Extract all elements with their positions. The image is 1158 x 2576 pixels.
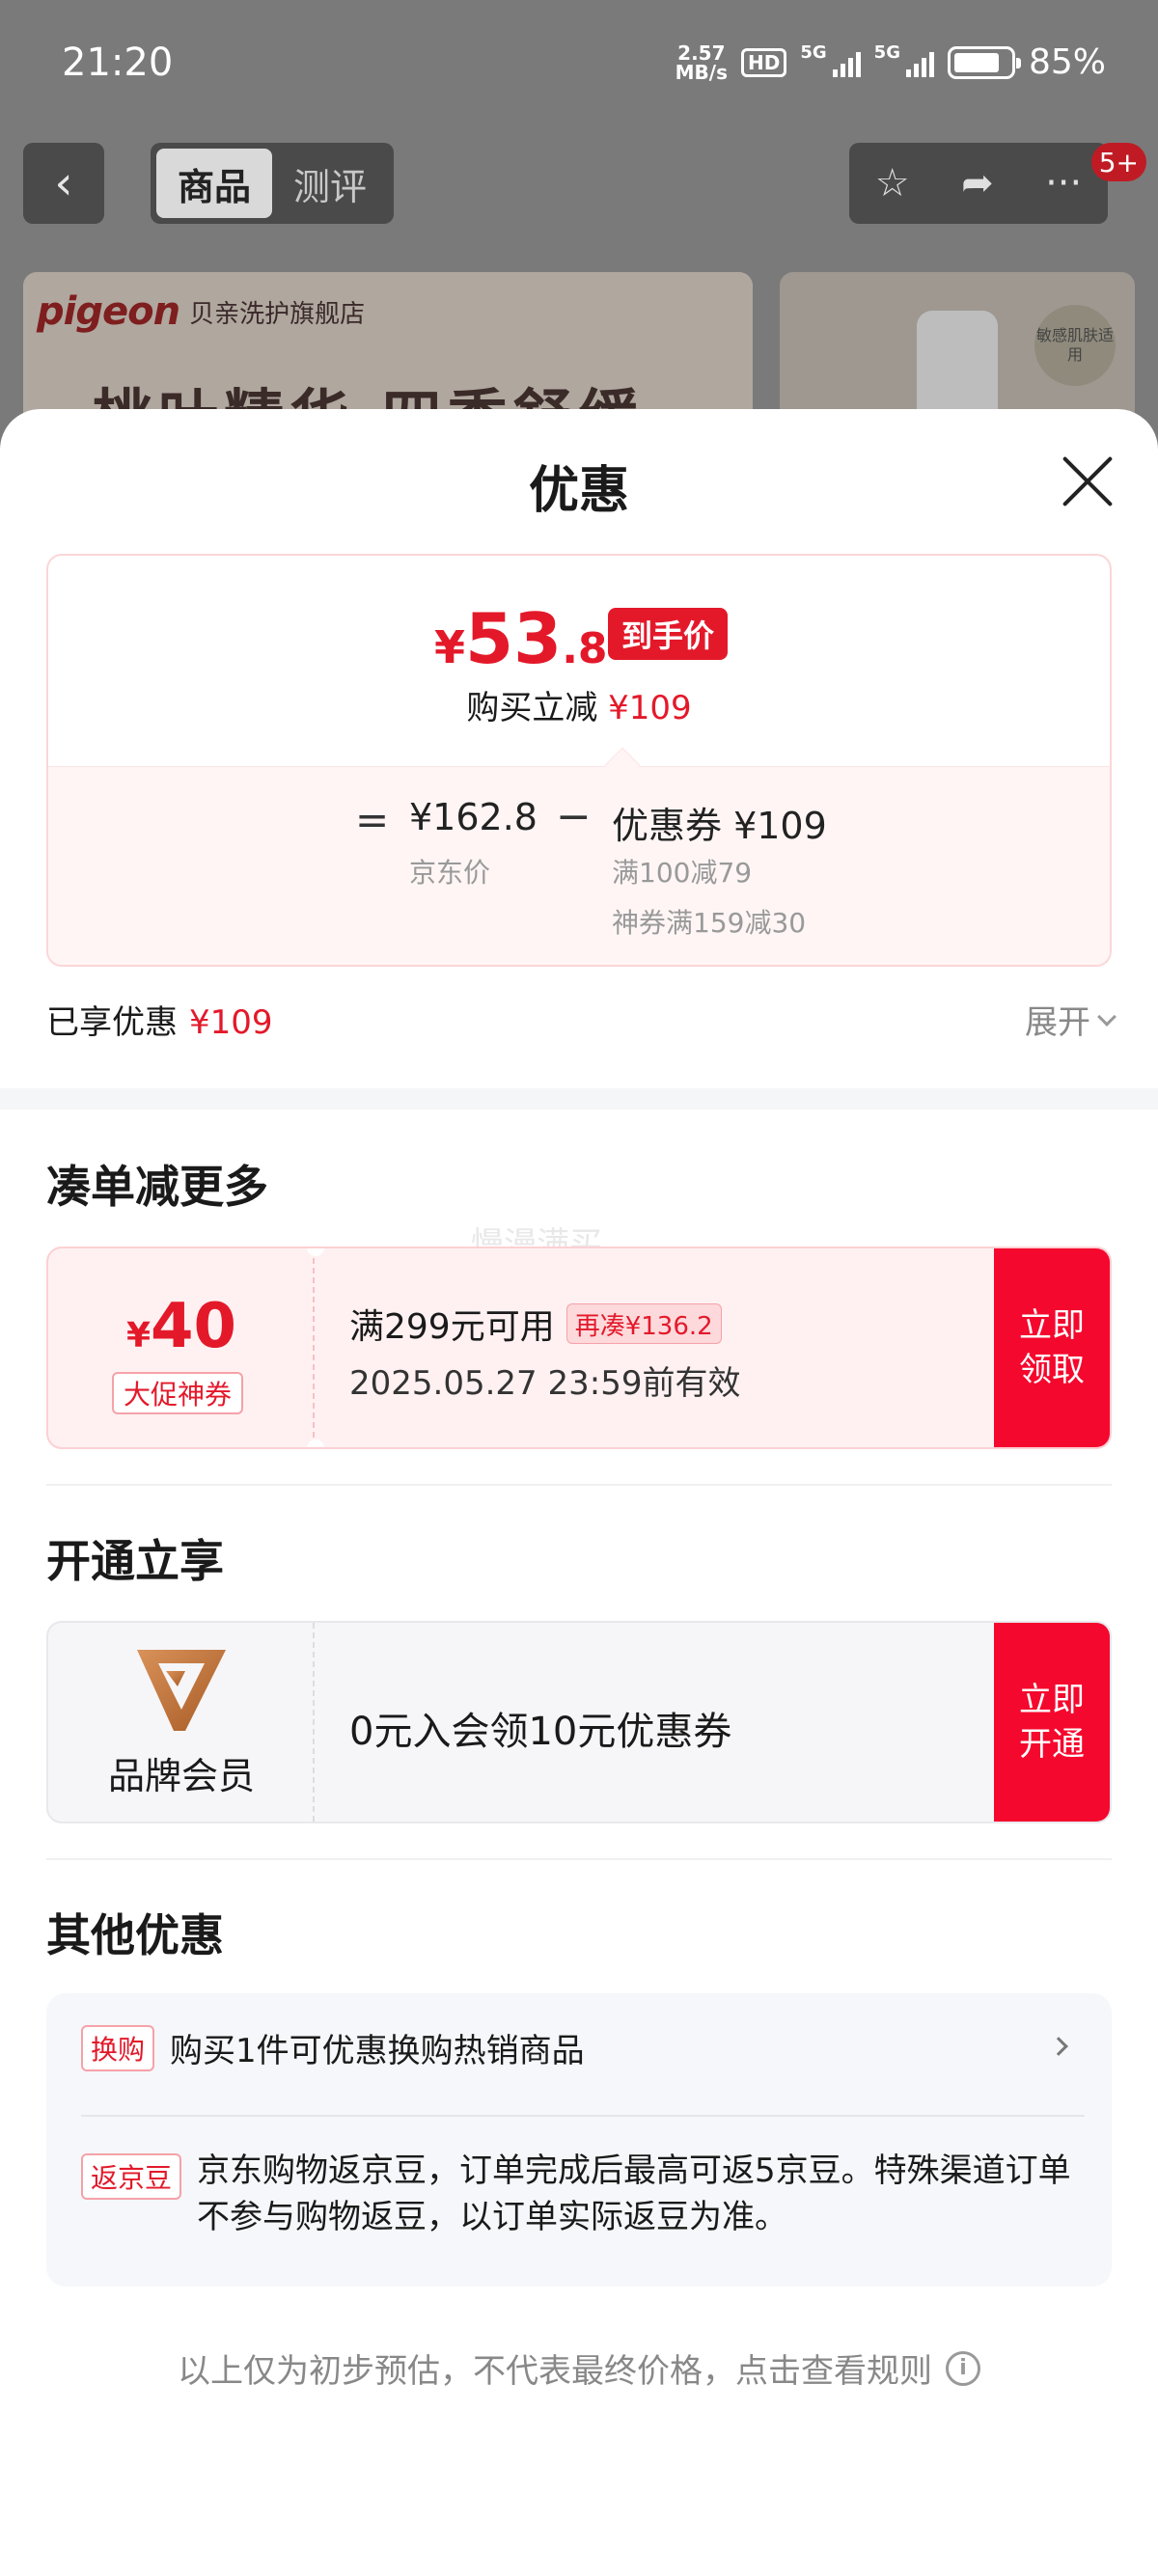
brand-logo: pigeon: [37, 289, 180, 334]
store-brand: pigeon 贝亲洗护旗舰店: [37, 289, 365, 334]
thumb-tag: 敏感肌肤适用: [1034, 305, 1116, 386]
price-breakdown-card: ¥ 53 .8 到手价 购买立减 ¥109 = ¥162.8 京东价 − 优惠券…: [46, 554, 1112, 967]
membership-offer: 品牌会员 0元入会领10元优惠券 立即开通: [46, 1621, 1112, 1823]
section-divider: [0, 1088, 1158, 1110]
network-speed: 2.57 MB/s: [675, 41, 729, 84]
coupon-left: ¥40 大促神券: [48, 1248, 315, 1447]
other-offers: 换购 购买1件可优惠换购热销商品 返京豆 京东购物返京豆，订单完成后最高可返5京…: [46, 1993, 1112, 2287]
topup-badge: 再凑¥136.2: [565, 1303, 722, 1344]
status-bar: 21:20 2.57 MB/s HD 5G 5G 85%: [0, 0, 1158, 130]
share-icon[interactable]: ➦: [961, 161, 994, 206]
store-name: 贝亲洗护旗舰店: [189, 299, 366, 329]
status-indicators: 2.57 MB/s HD 5G 5G 85%: [676, 42, 1106, 82]
battery-level: 85%: [1028, 42, 1106, 82]
section-title-more: 凑单减更多: [46, 1161, 268, 1213]
signal-icon: [832, 48, 861, 77]
coupon-type-badge: 大促神券: [112, 1372, 244, 1414]
chevron-left-icon: ‹: [54, 156, 73, 210]
background-page: 21:20 2.57 MB/s HD 5G 5G 85% ‹ 商品 测评 ☆ ➦…: [0, 0, 1158, 444]
back-button[interactable]: ‹: [23, 143, 104, 224]
network-type-label: 5G: [873, 42, 900, 63]
divider: [46, 1484, 1112, 1486]
hd-voice-icon: HD: [741, 47, 787, 77]
more-icon[interactable]: ···: [1045, 161, 1082, 206]
membership-offer-text: 0元入会领10元优惠券: [349, 1710, 732, 1754]
coupon-condition: 满299元可用 再凑¥136.2: [349, 1299, 722, 1349]
jd-price-label: 京东价: [409, 857, 491, 889]
promo-coupon: ¥40 大促神券 满299元可用 再凑¥136.2 2025.05.27 23:…: [46, 1247, 1112, 1449]
list-item-exchange[interactable]: 换购 购买1件可优惠换购热销商品: [81, 2024, 1085, 2071]
jingdou-tag: 返京豆: [81, 2153, 182, 2200]
message-badge: 5+: [1090, 143, 1146, 181]
star-icon[interactable]: ☆: [875, 161, 910, 206]
exchange-tag: 换购: [81, 2024, 155, 2071]
coupon-rule: 满100减79: [612, 857, 753, 889]
network-type-label: 5G: [800, 42, 827, 63]
minus-sign: −: [556, 792, 592, 841]
final-price: ¥ 53 .8: [434, 598, 608, 679]
enjoyed-discount: 已享优惠 ¥109: [46, 1003, 273, 1042]
nav-tabs: 商品 测评: [151, 143, 394, 224]
equals-sign: =: [355, 796, 390, 843]
chevron-down-icon: [1097, 1006, 1117, 1027]
signal-icon: [905, 48, 934, 77]
jingdou-text: 京东购物返京豆，订单完成后最高可返5京豆。特殊渠道订单不参与购物返豆，以订单实际…: [197, 2151, 1071, 2236]
coupon-value: ¥40: [125, 1291, 237, 1362]
sheet-title: 优惠: [528, 462, 629, 520]
info-icon: i: [946, 2350, 980, 2386]
tab-review[interactable]: 测评: [272, 149, 388, 218]
exchange-text: 购买1件可优惠换购热销商品: [170, 2032, 585, 2070]
section-title-open: 开通立享: [46, 1535, 224, 1587]
final-price-tag: 到手价: [608, 608, 729, 660]
expand-button[interactable]: 展开: [1025, 996, 1117, 1043]
section-title-other: 其他优惠: [46, 1909, 224, 1961]
membership-left: 品牌会员: [48, 1623, 315, 1822]
coupon-validity: 2025.05.27 23:59前有效: [349, 1364, 741, 1403]
claim-coupon-button[interactable]: 立即领取: [994, 1248, 1110, 1447]
price-summary: ¥ 53 .8 到手价 购买立减 ¥109: [48, 556, 1110, 766]
rules-link[interactable]: 以上仅为初步预估，不代表最终价格，点击查看规则 i: [0, 2344, 1158, 2392]
status-time: 21:20: [62, 41, 174, 85]
join-membership-button[interactable]: 立即开通: [994, 1623, 1110, 1822]
close-icon[interactable]: [1058, 452, 1117, 511]
nav-actions: ☆ ➦ ···: [849, 143, 1108, 224]
instant-discount: 购买立减 ¥109: [466, 689, 692, 727]
divider: [46, 1858, 1112, 1860]
jd-price: ¥162.8: [409, 796, 538, 838]
coupon-amount: 优惠券 ¥109: [612, 805, 827, 847]
brand-member-icon: [137, 1650, 226, 1731]
coupon-rule: 神券满159减30: [612, 907, 807, 939]
discount-sheet: 优惠 ¥ 53 .8 到手价 购买立减 ¥109 = ¥162.8 京东价 − …: [0, 409, 1158, 2576]
battery-icon: [947, 45, 1021, 79]
list-item-jingdou: 返京豆 京东购物返京豆，订单完成后最高可返5京豆。特殊渠道订单不参与购物返豆，以…: [81, 2151, 1085, 2240]
membership-label: 品牌会员: [107, 1755, 255, 1797]
chevron-right-icon: [1049, 2037, 1068, 2056]
divider: [81, 2115, 1085, 2117]
tab-product[interactable]: 商品: [156, 149, 272, 218]
price-formula: = ¥162.8 京东价 − 优惠券 ¥109 满100减79 神券满159减3…: [48, 766, 1110, 965]
